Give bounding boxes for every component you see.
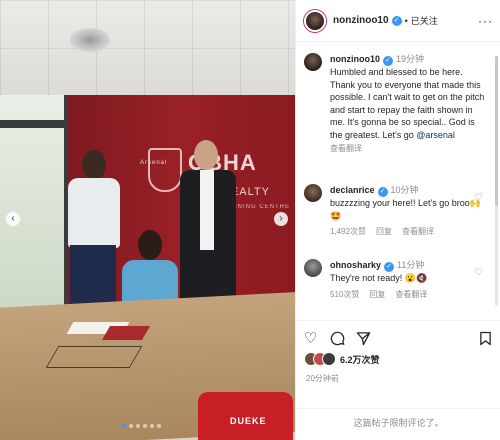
carousel-dot bbox=[143, 424, 147, 428]
verified-icon: ✓ bbox=[391, 15, 402, 26]
carousel-dot bbox=[150, 424, 154, 428]
caption-meta: 查看翻译 bbox=[330, 143, 489, 154]
comment-meta: 1,492次赞 回复 查看翻译 bbox=[330, 226, 489, 237]
comment-meta: 510次赞 回复 查看翻译 bbox=[330, 289, 489, 300]
comments-list[interactable]: nonzinoo10 ✓ 19分钟 Humbled and blessed to b… bbox=[296, 43, 500, 320]
reply-button[interactable]: 回复 bbox=[376, 226, 392, 237]
contract-folder bbox=[101, 326, 151, 340]
window-frame bbox=[0, 120, 70, 128]
likes-summary[interactable]: 6.2万次赞 bbox=[304, 352, 380, 366]
separator: • bbox=[404, 15, 408, 26]
caption-username[interactable]: nonzinoo10 bbox=[330, 54, 380, 64]
post-photo[interactable]: Arsenal OBHA REALTY TRAINING CENTRE DUEK… bbox=[0, 0, 295, 440]
comment-icon[interactable] bbox=[330, 331, 345, 349]
verified-icon: ✓ bbox=[384, 262, 395, 272]
mention-link[interactable]: @arsenal bbox=[416, 130, 455, 140]
comment: declanrice ✓ 10分钟 buzzzzing your here!! Le… bbox=[304, 184, 489, 237]
comment-username[interactable]: declanrice bbox=[330, 185, 375, 195]
author-username[interactable]: nonzinoo10 bbox=[333, 15, 389, 26]
bookmark-icon[interactable] bbox=[479, 331, 492, 349]
comment-likes[interactable]: 510次赞 bbox=[330, 289, 359, 300]
comment-text: ohnosharky ✓ 11分钟 They're not ready! 😮🔇 bbox=[330, 259, 489, 285]
carousel-dot bbox=[129, 424, 133, 428]
reply-button[interactable]: 回复 bbox=[369, 289, 385, 300]
heart-icon[interactable]: ♡ bbox=[474, 267, 483, 278]
post-time: 20分钟前 bbox=[306, 374, 339, 383]
comment-time: 11分钟 bbox=[397, 260, 425, 270]
post-sidebar: nonzinoo10 ✓ • 已关注 ··· nonzinoo10 ✓ 19分钟 H… bbox=[295, 0, 500, 440]
comment-username[interactable]: ohnosharky bbox=[330, 260, 381, 270]
heart-icon[interactable]: ♡ bbox=[304, 331, 317, 346]
comment-body: buzzzzing your here!! Let's go broo🙌🤩 bbox=[330, 198, 482, 221]
likes-count[interactable]: 6.2万次赞 bbox=[340, 353, 380, 366]
shirt-name: DUEKE bbox=[230, 416, 267, 426]
translate-link[interactable]: 查看翻译 bbox=[330, 143, 362, 154]
post-header: nonzinoo10 ✓ • 已关注 ··· bbox=[296, 0, 500, 42]
caption-text: nonzinoo10 ✓ 19分钟 Humbled and blessed to b… bbox=[330, 53, 489, 141]
avatar[interactable] bbox=[304, 9, 326, 32]
comment: ohnosharky ✓ 11分钟 They're not ready! 😮🔇 51… bbox=[304, 259, 489, 300]
following-button[interactable]: 已关注 bbox=[411, 14, 438, 27]
scrollbar[interactable] bbox=[495, 56, 498, 306]
chevron-right-icon[interactable]: › bbox=[274, 212, 288, 226]
avatar bbox=[322, 352, 336, 366]
post-modal: Arsenal OBHA REALTY TRAINING CENTRE DUEK… bbox=[0, 0, 500, 440]
avatar[interactable] bbox=[304, 259, 322, 277]
person-left bbox=[62, 150, 122, 320]
verified-icon: ✓ bbox=[383, 56, 393, 66]
comment-body: They're not ready! 😮🔇 bbox=[330, 273, 428, 283]
crest-text: Arsenal bbox=[140, 160, 168, 166]
avatar[interactable] bbox=[304, 184, 322, 202]
carousel-dot bbox=[157, 424, 161, 428]
send-icon[interactable] bbox=[356, 331, 371, 349]
comment-time: 10分钟 bbox=[390, 185, 419, 195]
carousel-dot bbox=[136, 424, 140, 428]
chevron-left-icon[interactable]: ‹ bbox=[6, 212, 20, 226]
avatar[interactable] bbox=[304, 53, 322, 71]
caption-time: 19分钟 bbox=[396, 54, 425, 64]
verified-icon: ✓ bbox=[377, 187, 388, 197]
ceiling bbox=[0, 0, 295, 95]
carousel-dots bbox=[122, 424, 161, 428]
caption: nonzinoo10 ✓ 19分钟 Humbled and blessed to b… bbox=[304, 53, 489, 154]
comment-text: declanrice ✓ 10分钟 buzzzzing your here!! Le… bbox=[330, 184, 489, 222]
table-mat bbox=[45, 346, 143, 368]
more-options-icon[interactable]: ··· bbox=[478, 14, 493, 28]
action-bar: ♡ bbox=[296, 320, 500, 346]
translate-link[interactable]: 查看翻译 bbox=[395, 289, 427, 300]
ceiling-vent bbox=[70, 28, 110, 52]
heart-icon[interactable]: ♡ bbox=[474, 192, 483, 203]
comment-likes[interactable]: 1,492次赞 bbox=[330, 226, 366, 237]
carousel-dot bbox=[122, 424, 126, 428]
caption-body: Humbled and blessed to be here. Thank yo… bbox=[330, 67, 485, 140]
translate-link[interactable]: 查看翻译 bbox=[402, 226, 434, 237]
scrollbar-thumb[interactable] bbox=[495, 56, 498, 206]
comments-closed-notice: 这篇帖子限制评论了。 bbox=[296, 408, 500, 440]
